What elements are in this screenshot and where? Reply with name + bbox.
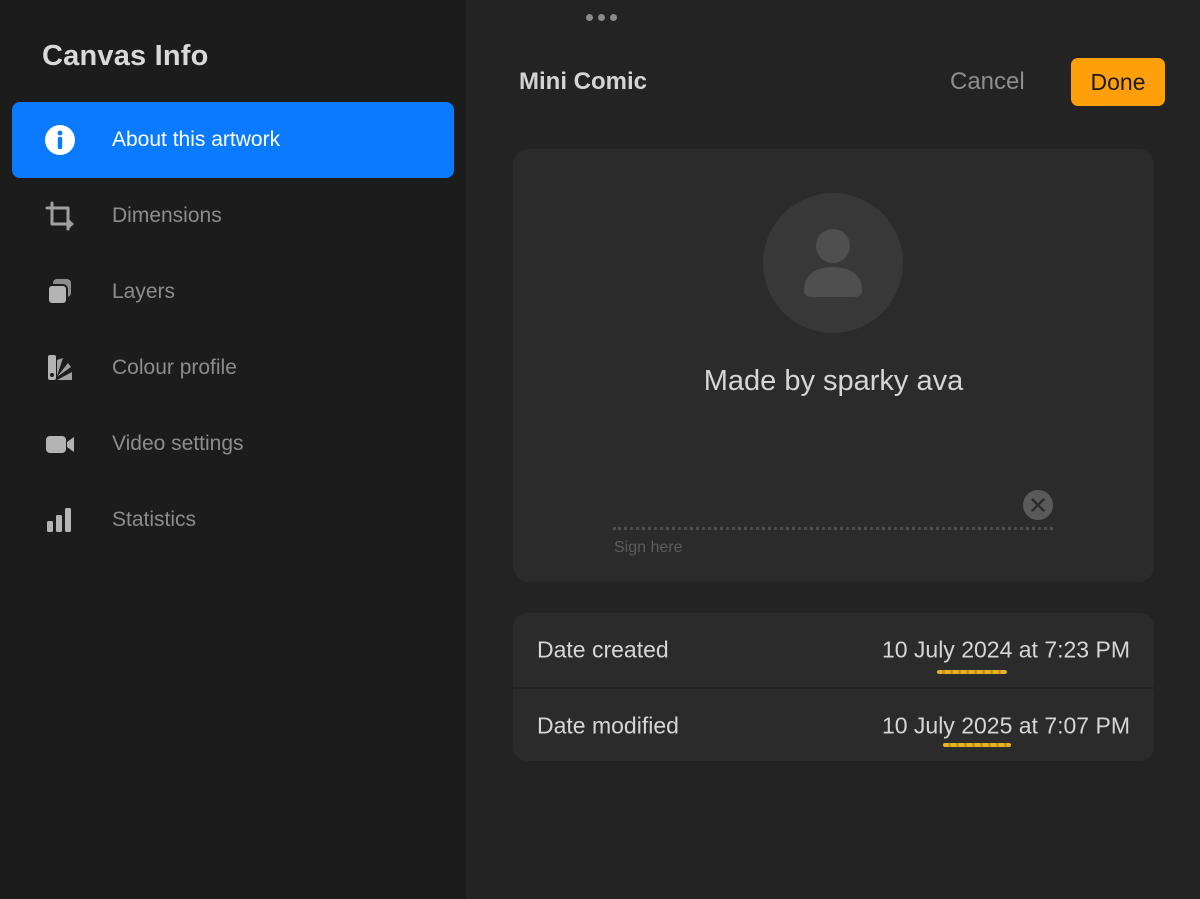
cancel-button[interactable]: Cancel [950,68,1025,96]
sidebar-item-about[interactable]: About this artwork [12,102,454,178]
sidebar-item-label: About this artwork [112,128,281,151]
more-options-icon[interactable] [585,12,617,22]
clear-signature-button[interactable] [1023,490,1053,520]
date-modified-row: Date modified 10 July 2025 at 7:07 PM [513,687,1154,761]
signature-line[interactable] [613,527,1053,530]
sidebar-menu: About this artwork Dimensions Layers Col… [12,102,454,558]
sidebar-item-label: Dimensions [112,204,222,227]
canvas-info-window: Canvas Info About this artwork Dimension… [0,0,1200,899]
date-created-value: 10 July 2024 at 7:23 PM [881,636,1130,663]
sidebar-item-statistics[interactable]: Statistics [12,482,454,558]
sidebar-item-colour-profile[interactable]: Colour profile [12,330,454,406]
author-name[interactable]: Made by sparky ava [513,365,1154,398]
info-icon [44,124,76,156]
date-created-label: Date created [537,636,669,663]
done-button[interactable]: Done [1071,58,1165,106]
crop-icon [44,200,76,232]
sidebar: Canvas Info About this artwork Dimension… [0,0,466,899]
highlight-scribble [943,743,1011,747]
sidebar-item-label: Colour profile [112,356,237,379]
avatar[interactable] [763,193,903,333]
date-created-row: Date created 10 July 2024 at 7:23 PM [513,613,1154,687]
sidebar-item-layers[interactable]: Layers [12,254,454,330]
author-card: Made by sparky ava Sign here [513,149,1154,582]
colour-swatch-icon [44,352,76,384]
document-title: Mini Comic [519,68,648,95]
video-camera-icon [44,428,76,460]
dates-card: Date created 10 July 2024 at 7:23 PM Dat… [513,613,1154,761]
sidebar-item-label: Video settings [112,432,244,455]
sidebar-item-label: Layers [112,280,176,303]
close-icon [1031,498,1045,512]
bar-chart-icon [44,504,76,536]
sidebar-item-label: Statistics [112,508,197,531]
main-panel: Mini Comic Cancel Done Made by sparky av… [466,0,1200,899]
sidebar-item-video-settings[interactable]: Video settings [12,406,454,482]
signature-placeholder: Sign here [614,539,683,556]
sidebar-item-dimensions[interactable]: Dimensions [12,178,454,254]
person-icon [804,229,862,297]
layers-icon [44,276,76,308]
date-modified-value: 10 July 2025 at 7:07 PM [881,712,1130,739]
date-modified-label: Date modified [537,712,679,739]
highlight-scribble [937,670,1007,674]
sidebar-title: Canvas Info [42,40,209,72]
